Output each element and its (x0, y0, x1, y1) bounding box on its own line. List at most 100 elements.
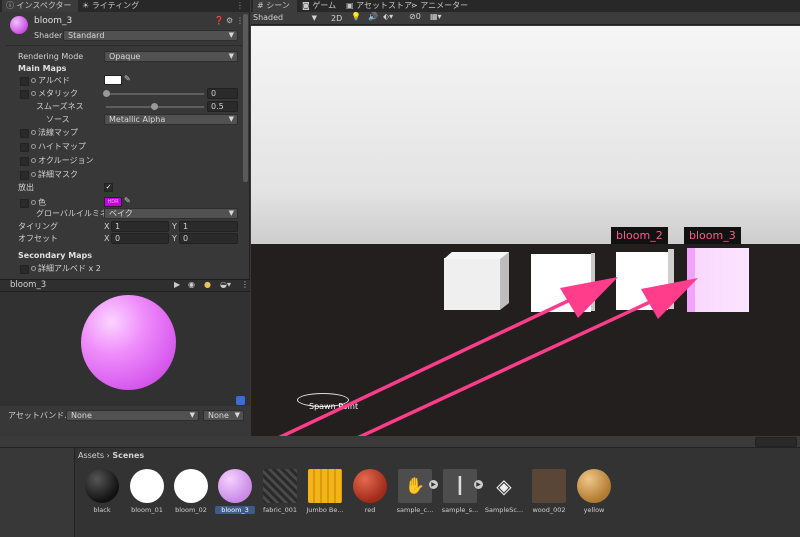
asset-label: black (93, 506, 111, 514)
rendering-mode-dropdown[interactable]: Opaque ▼ (104, 51, 238, 62)
asset-bundle-dropdown[interactable]: None ▼ (66, 410, 199, 421)
emission-label: 放出 (18, 183, 34, 192)
eyedropper-icon[interactable]: ✎ (124, 196, 131, 205)
shader-dropdown[interactable]: Standard ▼ (63, 30, 238, 41)
albedo-texture-slot[interactable] (20, 77, 29, 86)
shape-dropdown-icon[interactable]: ◒▾ (220, 280, 231, 289)
detail-albedo-label: 詳細アルベド x 2 (31, 262, 101, 275)
occlusion-label: オクルージョン (31, 154, 93, 167)
sphere-icon[interactable]: ◉ (188, 280, 195, 289)
normal-map-slot[interactable] (20, 129, 29, 138)
asset-sample-scene[interactable]: ◈ SampleSc... (484, 469, 524, 514)
tiling-y-input[interactable]: 1 (179, 221, 238, 232)
detail-mask-slot[interactable] (20, 171, 29, 180)
metallic-slider-handle[interactable] (103, 90, 110, 97)
grid-icon: # (257, 1, 264, 10)
chevron-down-icon: ▼ (311, 14, 317, 22)
chevron-down-icon: ▼ (228, 52, 234, 60)
asset-sample-c[interactable]: ✋ sample_c... (395, 469, 435, 514)
hidden-count: 0 (415, 12, 421, 21)
global-illumination-value: ベイク (109, 209, 133, 218)
asset-black[interactable]: black (82, 469, 122, 514)
metallic-texture-slot[interactable] (20, 90, 29, 99)
circle-icon (31, 144, 36, 149)
effects-dropdown-icon[interactable]: ⬖▾ (383, 12, 393, 21)
occlusion-slot[interactable] (20, 157, 29, 166)
asset-bloom-02[interactable]: bloom_02 (171, 469, 211, 514)
offset-y-input[interactable]: 0 (179, 233, 238, 244)
emission-checkbox[interactable]: ✓ (104, 183, 113, 192)
source-dropdown[interactable]: Metallic Alpha ▼ (104, 114, 238, 125)
source-label: ソース (46, 115, 70, 124)
metallic-input[interactable]: 0 (207, 88, 238, 99)
emission-texture-slot[interactable] (20, 199, 29, 208)
detail-albedo-text: 詳細アルベド x 2 (38, 264, 101, 273)
tab-inspector[interactable]: ⓘ インスペクター (2, 0, 78, 12)
tab-lighting[interactable]: ☀ ライティング (78, 0, 148, 12)
settings-icon[interactable]: ⚙ (226, 16, 233, 25)
tab-animator[interactable]: ⋗ アニメーター (407, 0, 471, 12)
shading-mode-dropdown[interactable]: Shaded ▼ (253, 12, 321, 24)
tag-icon[interactable] (236, 396, 245, 405)
shading-mode-value: Shaded (253, 13, 284, 22)
circle-icon (31, 172, 36, 177)
asset-yellow[interactable]: yellow (574, 469, 614, 514)
project-search-input[interactable] (755, 437, 797, 447)
chevron-down-icon: ▼ (234, 411, 240, 419)
panel-menu-icon[interactable]: ⋮ (236, 1, 244, 10)
smoothness-slider-handle[interactable] (151, 103, 158, 110)
global-illumination-dropdown[interactable]: ベイク ▼ (104, 208, 238, 219)
asset-sample-s[interactable]: ┃ sample_s... (440, 469, 480, 514)
metallic-slider[interactable] (106, 93, 204, 95)
audio-toggle-icon[interactable]: 🔊 (368, 12, 378, 21)
expand-arrow-icon[interactable]: ▶ (474, 480, 483, 489)
expand-arrow-icon[interactable]: ▶ (429, 480, 438, 489)
toggle-2d-button[interactable]: 2D (331, 13, 342, 24)
play-icon[interactable]: ▶ (174, 280, 180, 289)
chevron-down-icon: ▼ (228, 115, 234, 123)
breadcrumb-assets[interactable]: Assets (78, 451, 104, 460)
emission-color-swatch[interactable]: HDR (104, 197, 122, 207)
asset-bloom-01[interactable]: bloom_01 (127, 469, 167, 514)
asset-variant-value: None (208, 411, 229, 420)
asset-bloom-3[interactable]: bloom_3 (215, 469, 255, 514)
help-icon[interactable]: ❓ (214, 16, 224, 25)
more-icon[interactable]: ⋮ (236, 16, 244, 25)
inspector-scrollbar[interactable] (243, 14, 248, 182)
light-icon[interactable]: ● (204, 280, 211, 289)
tab-asset-store[interactable]: ▣ アセットストア (342, 0, 412, 12)
eyedropper-icon[interactable]: ✎ (124, 74, 131, 83)
arrow-bloom-3-to-bloom-3 (357, 278, 698, 436)
height-map-slot[interactable] (20, 143, 29, 152)
chevron-down-icon: ▼ (228, 31, 234, 39)
tab-scene[interactable]: # シーン (253, 0, 297, 12)
breadcrumb-scenes[interactable]: Scenes (112, 451, 144, 460)
more-icon[interactable]: ⋮ (241, 280, 249, 289)
albedo-text: アルベド (38, 76, 70, 85)
material-sphere-icon (130, 469, 164, 503)
hdr-badge: HDR (107, 199, 119, 205)
metallic-label: メタリック (31, 87, 78, 100)
scene-view[interactable]: bloom_2 bloom_3 Spawn Point (251, 26, 800, 436)
emission-color-text: 色 (38, 198, 46, 207)
tiling-x-input[interactable]: 1 (111, 221, 169, 232)
smoothness-input[interactable]: 0.5 (207, 101, 238, 112)
folder-tree[interactable] (0, 448, 75, 537)
asset-label: sample_c... (396, 506, 434, 514)
asset-variant-dropdown[interactable]: None ▼ (203, 410, 244, 421)
offset-x-input[interactable]: 0 (111, 233, 169, 244)
tab-game[interactable]: ◙ ゲーム (298, 0, 342, 12)
detail-albedo-slot[interactable] (20, 265, 29, 274)
tab-game-label: ゲーム (312, 1, 337, 10)
albedo-color-swatch[interactable] (104, 75, 122, 85)
tab-asset-store-label: アセットストア (356, 1, 412, 10)
grid-toggle-icon[interactable]: ▦▾ (430, 12, 442, 21)
asset-red[interactable]: red (350, 469, 390, 514)
hidden-objects-icon[interactable]: ⊘0 (409, 12, 421, 21)
asset-jumbo[interactable]: Jumbo Be... (305, 469, 345, 514)
asset-fabric-001[interactable]: fabric_001 (260, 469, 300, 514)
lighting-toggle-icon[interactable]: 💡 (351, 12, 361, 21)
preview-sphere[interactable] (81, 295, 176, 390)
asset-wood-002[interactable]: wood_002 (529, 469, 569, 514)
material-sphere-icon (85, 469, 119, 503)
